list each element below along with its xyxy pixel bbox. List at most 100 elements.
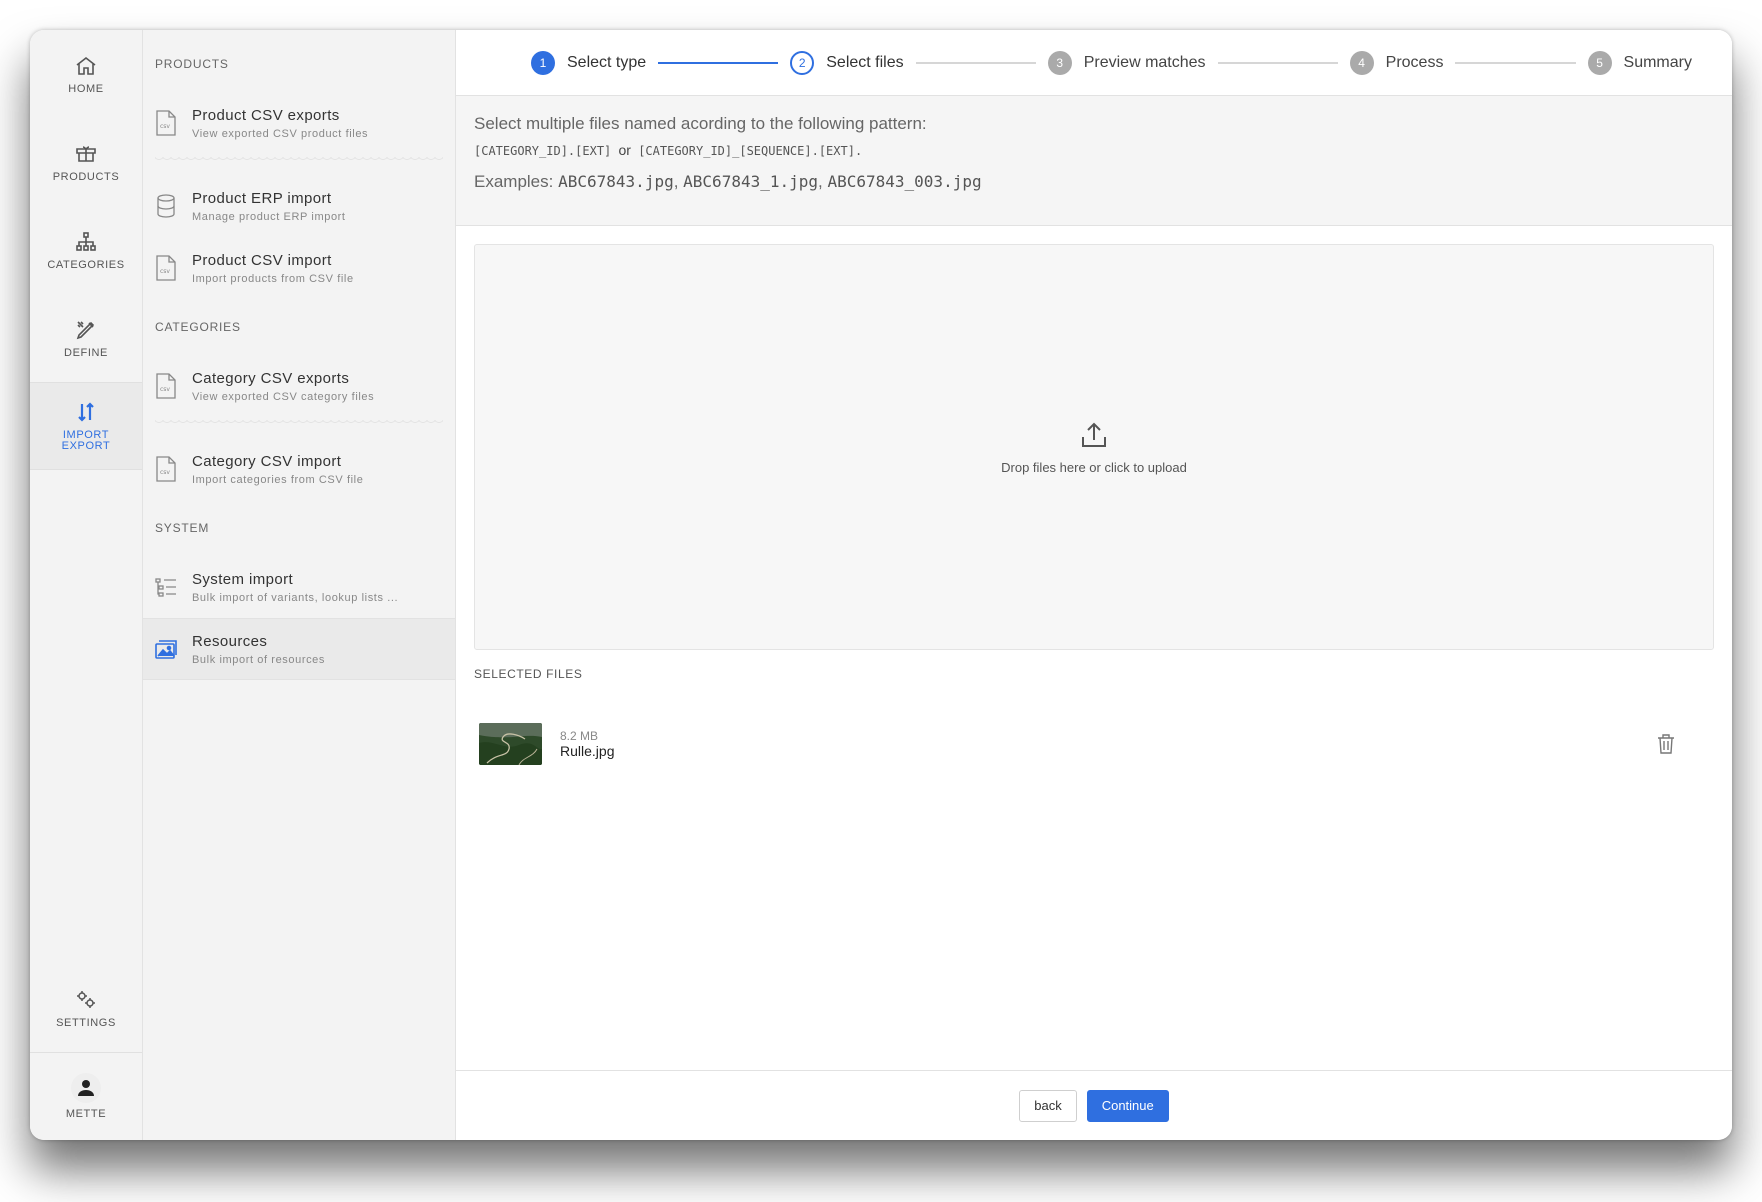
back-button[interactable]: back — [1019, 1089, 1077, 1122]
nav-title: System import — [192, 570, 294, 588]
nav-subtitle: Bulk import of resources — [192, 653, 325, 666]
trash-icon[interactable] — [1656, 733, 1676, 755]
step-process: 4 Process — [1349, 50, 1444, 75]
nav-title: Product CSV import — [192, 251, 332, 269]
step-number: 5 — [1587, 50, 1612, 75]
examples-text: Examples: ABC67843.jpg, ABC67843_1.jpg, … — [474, 172, 982, 191]
instructions-text: Select multiple files named acording to … — [474, 114, 927, 133]
step-number: 4 — [1349, 50, 1374, 75]
rail-define-label: DEFINE — [64, 346, 108, 359]
home-icon — [76, 56, 96, 75]
example-1: ABC67843.jpg — [558, 172, 674, 191]
box-icon — [76, 145, 96, 162]
rail-user-label: METTE — [65, 1108, 107, 1120]
list-tree-icon — [155, 578, 176, 597]
step-preview-matches: 3 Preview matches — [1047, 50, 1206, 75]
nav-category-csv-exports[interactable]: csv Category CSV exports View exported C… — [143, 355, 455, 417]
rail-settings-label: SETTINGS — [56, 1016, 116, 1029]
step-number: 1 — [531, 50, 555, 75]
example-3: ABC67843_003.jpg — [827, 172, 982, 191]
section-title-products: PRODUCTS — [155, 57, 229, 71]
file-row: 8.2 MB Rulle.jpg — [474, 723, 1714, 765]
step-select-files[interactable]: 2 Select files — [790, 50, 904, 75]
svg-text:csv: csv — [160, 386, 170, 393]
step-label: Select type — [567, 53, 647, 71]
svg-text:csv: csv — [160, 123, 170, 130]
hierarchy-icon — [76, 231, 96, 251]
nav-resources[interactable]: Resources Bulk import of resources — [143, 618, 455, 680]
upload-icon — [1082, 422, 1106, 447]
rail-home-label: HOME — [68, 82, 104, 95]
rail-import-export[interactable]: IMPORT EXPORT — [30, 382, 142, 470]
rail-spacer — [30, 470, 142, 964]
section-title-categories: CATEGORIES — [155, 320, 241, 334]
avatar — [71, 1073, 101, 1103]
rail-export-label: EXPORT — [61, 440, 111, 452]
file-size: 8.2 MB — [560, 729, 599, 743]
divider — [155, 420, 443, 430]
nav-system-import[interactable]: System import Bulk import of variants, l… — [143, 556, 455, 618]
csv-file-icon: csv — [156, 255, 176, 281]
database-icon — [157, 194, 175, 218]
images-icon — [155, 640, 177, 659]
example-2: ABC67843_1.jpg — [683, 172, 819, 191]
nav-product-erp-import[interactable]: Product ERP import Manage product ERP im… — [143, 175, 455, 237]
divider — [155, 157, 443, 167]
step-number: 3 — [1047, 50, 1072, 75]
sub-navigation: PRODUCTS csv Product CSV exports View ex… — [143, 30, 456, 1140]
main-panel: 1 Select type 2 Select files 3 Preview m… — [456, 30, 1732, 1140]
step-label: Preview matches — [1083, 53, 1206, 71]
csv-file-icon: csv — [156, 110, 176, 136]
continue-button[interactable]: Continue — [1086, 1089, 1169, 1122]
step-connector — [915, 61, 1036, 64]
nav-subtitle: Import categories from CSV file — [192, 473, 364, 486]
step-connector — [1217, 61, 1338, 64]
step-number: 2 — [790, 50, 815, 75]
examples-label: Examples: — [474, 172, 554, 191]
pattern-text: [CATEGORY_ID].[EXT] or [CATEGORY_ID]_[SE… — [474, 142, 1714, 158]
step-label: Process — [1385, 53, 1444, 71]
rail-home[interactable]: HOME — [30, 30, 142, 118]
nav-title: Category CSV import — [192, 452, 342, 470]
nav-subtitle: View exported CSV product files — [192, 127, 369, 140]
rail-categories[interactable]: CATEGORIES — [30, 206, 142, 294]
nav-title: Category CSV exports — [192, 369, 350, 387]
nav-category-csv-import[interactable]: csv Category CSV import Import categorie… — [143, 438, 455, 500]
wizard-stepper: 1 Select type 2 Select files 3 Preview m… — [456, 30, 1732, 96]
pattern-2: [CATEGORY_ID]_[SEQUENCE].[EXT]. — [638, 144, 863, 158]
nav-subtitle: Bulk import of variants, lookup lists ..… — [192, 591, 399, 604]
file-thumbnail — [479, 723, 542, 765]
nav-title: Product CSV exports — [192, 106, 340, 124]
file-name: Rulle.jpg — [560, 743, 615, 759]
file-dropzone[interactable]: Drop files here or click to upload — [474, 244, 1714, 650]
user-icon — [78, 1080, 94, 1096]
rail-settings[interactable]: SETTINGS — [30, 964, 142, 1052]
wizard-footer: back Continue — [456, 1070, 1732, 1140]
nav-title: Resources — [192, 632, 268, 650]
step-connector — [658, 61, 779, 64]
nav-subtitle: Import products from CSV file — [192, 272, 354, 285]
arrows-up-down-icon — [78, 402, 94, 422]
rail-products[interactable]: PRODUCTS — [30, 118, 142, 206]
pattern-1: [CATEGORY_ID].[EXT] — [474, 144, 612, 158]
step-summary: 5 Summary — [1587, 50, 1692, 75]
nav-product-csv-import[interactable]: csv Product CSV import Import products f… — [143, 237, 455, 299]
nav-title: Product ERP import — [192, 189, 332, 207]
rail-user[interactable]: METTE — [30, 1052, 142, 1140]
rail-categories-label: CATEGORIES — [47, 258, 125, 271]
step-label: Select files — [826, 53, 904, 71]
main-rail: HOME PRODUCTS CATEGORIES DEFINE IMPORT E… — [30, 30, 143, 1140]
rail-products-label: PRODUCTS — [52, 170, 120, 183]
gears-icon — [77, 990, 95, 1008]
nav-subtitle: Manage product ERP import — [192, 210, 346, 223]
pencil-ruler-icon — [76, 320, 95, 339]
rail-define[interactable]: DEFINE — [30, 294, 142, 382]
upload-content: Drop files here or click to upload SELEC… — [456, 226, 1732, 1070]
nav-product-csv-exports[interactable]: csv Product CSV exports View exported CS… — [143, 92, 455, 154]
step-label: Summary — [1623, 53, 1692, 71]
csv-file-icon: csv — [156, 373, 176, 399]
step-select-type[interactable]: 1 Select type — [531, 50, 647, 75]
nav-subtitle: View exported CSV category files — [192, 390, 375, 403]
